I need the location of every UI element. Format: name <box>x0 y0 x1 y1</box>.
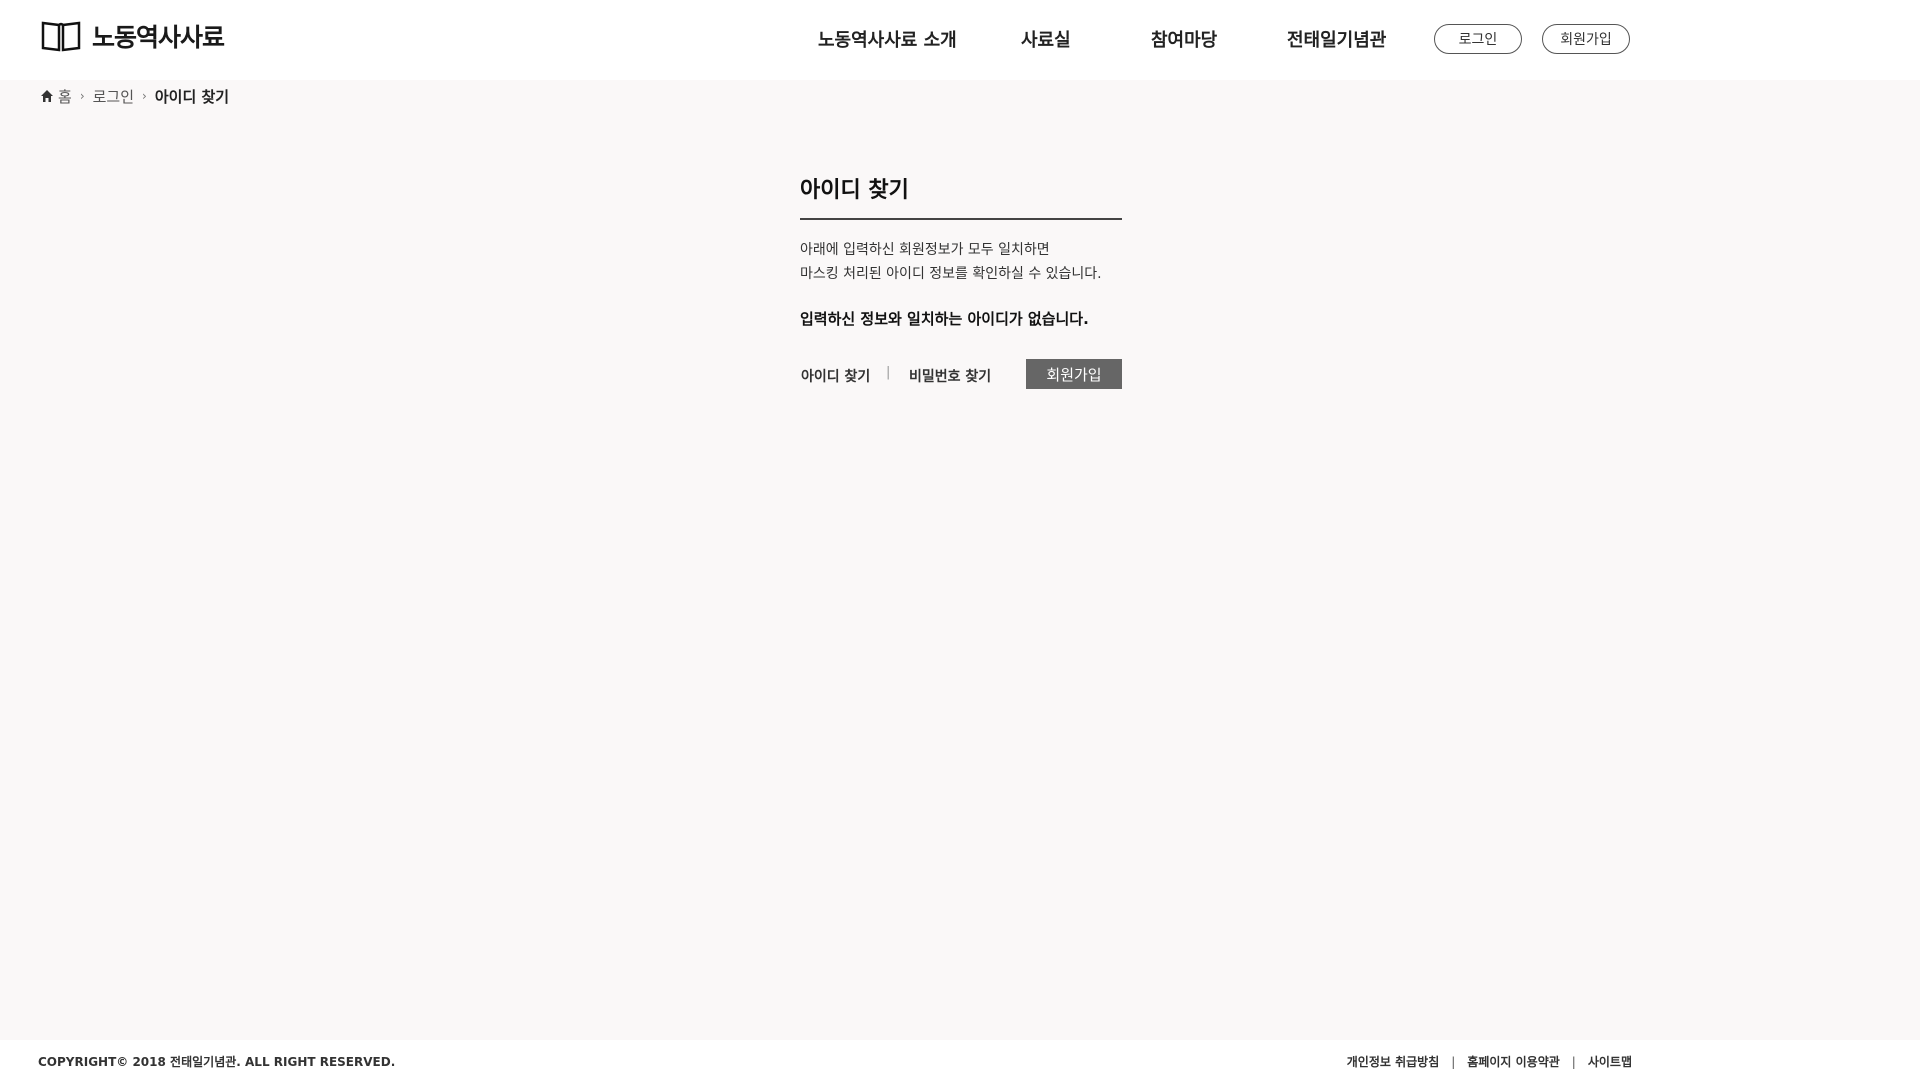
terms-link[interactable]: 홈페이지 이용약관 <box>1467 1053 1560 1070</box>
site-footer: COPYRIGHT© 2018 전태일기념관. ALL RIGHT RESERV… <box>0 1040 1920 1080</box>
footer-separator: | <box>1571 1054 1576 1069</box>
sitemap-link[interactable]: 사이트맵 <box>1588 1053 1632 1070</box>
privacy-policy-link[interactable]: 개인정보 취급방침 <box>1347 1053 1440 1070</box>
nav-item-intro[interactable]: 노동역사사료 소개 <box>818 26 957 52</box>
footer-links: 개인정보 취급방침 | 홈페이지 이용약관 | 사이트맵 <box>1347 1053 1632 1070</box>
breadcrumb-current: 아이디 찾기 <box>154 87 230 106</box>
description-line-2: 마스킹 처리된 아이디 정보를 확인하실 수 있습니다. <box>800 266 1102 282</box>
find-id-panel: 아이디 찾기 아래에 입력하신 회원정보가 모두 일치하면 마스킹 처리된 아이… <box>800 172 1122 389</box>
action-separator: | <box>886 365 891 380</box>
main-nav: 노동역사사료 소개 사료실 참여마당 전태일기념관 로그인 회원가입 <box>0 0 1920 76</box>
chevron-right-icon: › <box>79 89 85 103</box>
site-header: 노동역사사료 노동역사사료 소개 사료실 참여마당 전태일기념관 로그인 회원가… <box>0 0 1920 80</box>
chevron-right-icon: › <box>142 89 147 103</box>
action-row: 아이디 찾기 | 비밀번호 찾기 회원가입 <box>800 359 1122 389</box>
page-title: 아이디 찾기 <box>800 172 1122 220</box>
nav-item-participation[interactable]: 참여마당 <box>1151 26 1217 52</box>
nav-item-memorial[interactable]: 전태일기념관 <box>1287 26 1386 52</box>
description: 아래에 입력하신 회원정보가 모두 일치하면 마스킹 처리된 아이디 정보를 확… <box>800 238 1122 286</box>
breadcrumb-home[interactable]: 홈 <box>58 86 72 107</box>
footer-separator: | <box>1451 1054 1456 1069</box>
signup-button[interactable]: 회원가입 <box>1542 24 1630 54</box>
find-password-link[interactable]: 비밀번호 찾기 <box>909 366 991 386</box>
description-line-1: 아래에 입력하신 회원정보가 모두 일치하면 <box>800 242 1050 258</box>
breadcrumb: 홈 › 로그인 › 아이디 찾기 <box>40 86 229 106</box>
login-button[interactable]: 로그인 <box>1434 24 1522 54</box>
join-button[interactable]: 회원가입 <box>1026 359 1122 389</box>
nav-item-archive[interactable]: 사료실 <box>1021 26 1071 52</box>
copyright: COPYRIGHT© 2018 전태일기념관. ALL RIGHT RESERV… <box>38 1055 396 1069</box>
result-message: 입력하신 정보와 일치하는 아이디가 없습니다. <box>800 310 1089 328</box>
breadcrumb-login[interactable]: 로그인 <box>93 86 134 107</box>
find-id-link[interactable]: 아이디 찾기 <box>801 366 870 386</box>
home-icon[interactable] <box>40 89 54 103</box>
